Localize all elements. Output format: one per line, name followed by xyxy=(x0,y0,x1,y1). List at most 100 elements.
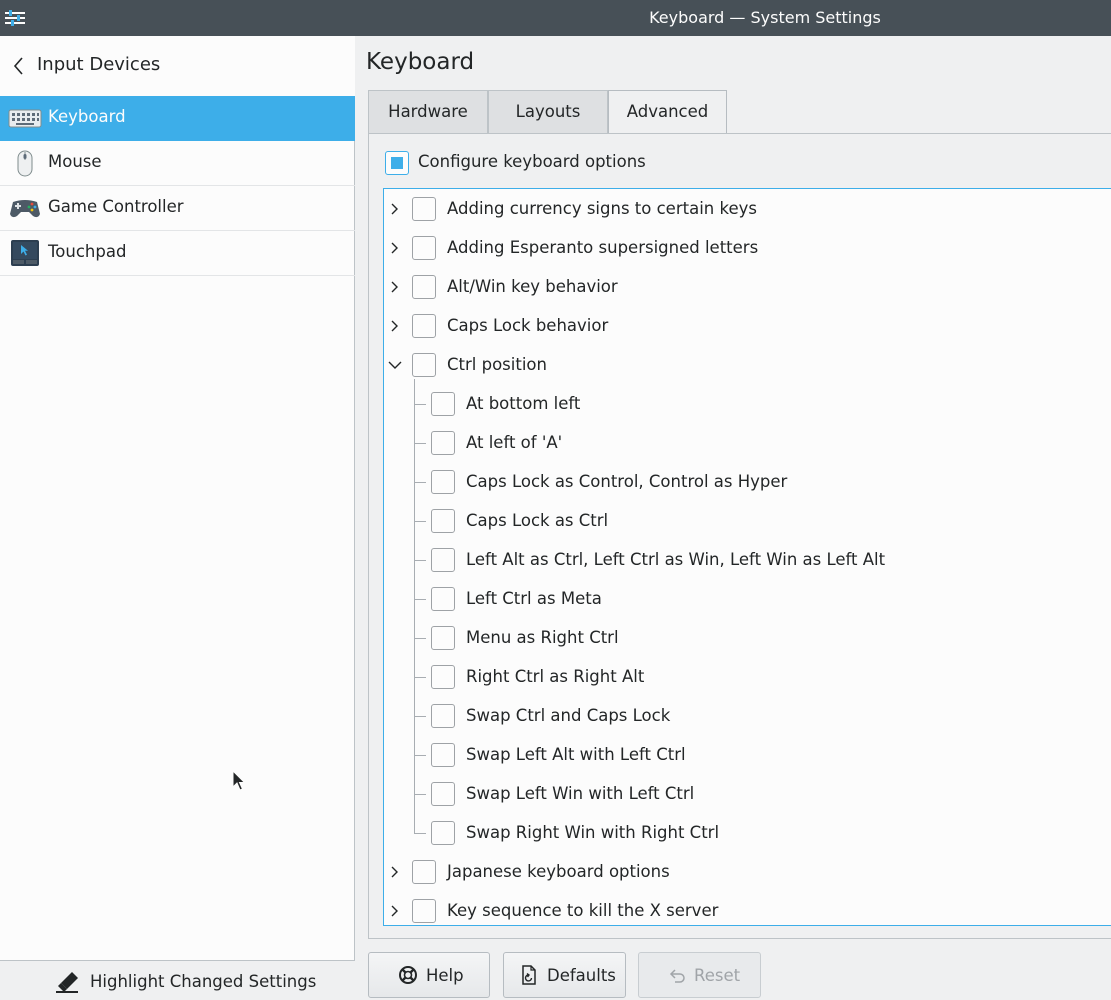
option-label: Caps Lock as Control, Control as Hyper xyxy=(466,472,788,491)
window-titlebar: Keyboard — System Settings xyxy=(0,0,1111,36)
tree-row[interactable]: Key sequence to kill the X server xyxy=(384,892,1111,925)
tree-row[interactable]: Adding Esperanto supersigned letters xyxy=(384,229,1111,268)
tree-child-row[interactable]: At left of 'A' xyxy=(384,424,1111,463)
tree-child-row[interactable]: Swap Left Alt with Left Ctrl xyxy=(384,736,1111,775)
option-checkbox[interactable] xyxy=(412,314,436,338)
option-label: Caps Lock behavior xyxy=(447,316,609,335)
sidebar-back-button[interactable]: Input Devices xyxy=(0,36,355,97)
mouse-icon xyxy=(17,150,33,177)
option-checkbox[interactable] xyxy=(431,509,455,533)
tree-child-row[interactable]: Caps Lock as Ctrl xyxy=(384,502,1111,541)
defaults-button-label: Defaults xyxy=(547,966,616,985)
chevron-left-icon xyxy=(13,57,23,75)
sidebar-item-label: Keyboard xyxy=(48,107,126,126)
chevron-right-icon[interactable] xyxy=(388,241,402,255)
option-checkbox[interactable] xyxy=(431,665,455,689)
touchpad-icon xyxy=(11,240,39,266)
game-controller-icon xyxy=(10,200,40,218)
option-label: Adding currency signs to certain keys xyxy=(447,199,757,218)
help-button-label: Help xyxy=(426,966,464,985)
sidebar-item-label: Game Controller xyxy=(48,197,184,216)
sidebar-item-mouse[interactable]: Mouse xyxy=(0,141,355,186)
document-revert-icon xyxy=(522,965,536,985)
option-checkbox[interactable] xyxy=(412,275,436,299)
tree-row[interactable]: Caps Lock behavior xyxy=(384,307,1111,346)
tree-row[interactable]: Alt/Win key behavior xyxy=(384,268,1111,307)
sidebar-item-game-controller[interactable]: Game Controller xyxy=(0,186,355,231)
advanced-tab-panel: Configure keyboard options Adding curren… xyxy=(368,133,1111,939)
sidebar-list: Keyboard Mouse Game Controller Touchpad xyxy=(0,96,355,276)
option-checkbox[interactable] xyxy=(412,353,436,377)
option-label: Swap Left Win with Left Ctrl xyxy=(466,784,695,803)
keyboard-options-tree[interactable]: Adding currency signs to certain keys Ad… xyxy=(383,188,1111,926)
tree-child-row[interactable]: At bottom left xyxy=(384,385,1111,424)
sidebar-item-label: Mouse xyxy=(48,152,102,171)
chevron-right-icon[interactable] xyxy=(388,280,402,294)
mouse-pointer-icon xyxy=(232,770,246,791)
option-label: Key sequence to kill the X server xyxy=(447,901,719,920)
option-checkbox[interactable] xyxy=(412,899,436,923)
reset-button-label: Reset xyxy=(694,966,741,985)
highlight-changed-settings-label: Highlight Changed Settings xyxy=(90,972,317,991)
option-label: Menu as Right Ctrl xyxy=(466,628,619,647)
option-label: Alt/Win key behavior xyxy=(447,277,618,296)
tree-row[interactable]: Adding currency signs to certain keys xyxy=(384,190,1111,229)
page-title: Keyboard xyxy=(366,49,475,75)
option-label: Left Ctrl as Meta xyxy=(466,589,602,608)
option-checkbox[interactable] xyxy=(431,548,455,572)
main-panel: Keyboard Hardware Layouts Advanced Confi… xyxy=(356,36,1111,1000)
tab-layouts[interactable]: Layouts xyxy=(488,90,608,134)
option-label: Swap Ctrl and Caps Lock xyxy=(466,706,671,725)
option-label: Caps Lock as Ctrl xyxy=(466,511,609,530)
tree-row-expanded[interactable]: Ctrl position xyxy=(384,346,1111,385)
tree-child-row[interactable]: Right Ctrl as Right Alt xyxy=(384,658,1111,697)
highlighter-icon xyxy=(56,972,78,993)
option-label: At left of 'A' xyxy=(466,433,563,452)
option-checkbox[interactable] xyxy=(412,236,436,260)
tree-child-row[interactable]: Swap Ctrl and Caps Lock xyxy=(384,697,1111,736)
tree-child-row[interactable]: Caps Lock as Control, Control as Hyper xyxy=(384,463,1111,502)
option-label: Swap Right Win with Right Ctrl xyxy=(466,823,720,842)
tab-hardware[interactable]: Hardware xyxy=(368,90,488,134)
keyboard-icon xyxy=(8,109,42,128)
sidebar-item-touchpad[interactable]: Touchpad xyxy=(0,231,355,276)
option-checkbox[interactable] xyxy=(412,197,436,221)
window-title: Keyboard — System Settings xyxy=(649,8,881,27)
option-checkbox[interactable] xyxy=(412,860,436,884)
tab-advanced[interactable]: Advanced xyxy=(608,90,727,135)
tree-child-row[interactable]: Left Alt as Ctrl, Left Ctrl as Win, Left… xyxy=(384,541,1111,580)
chevron-down-icon[interactable] xyxy=(388,358,402,372)
option-checkbox[interactable] xyxy=(431,431,455,455)
chevron-right-icon[interactable] xyxy=(388,904,402,918)
tree-child-row[interactable]: Swap Left Win with Left Ctrl xyxy=(384,775,1111,814)
option-checkbox[interactable] xyxy=(431,470,455,494)
tree-child-row[interactable]: Left Ctrl as Meta xyxy=(384,580,1111,619)
option-label: Ctrl position xyxy=(447,355,547,374)
sidebar: Input Devices Keyboard Mouse Game Contro… xyxy=(0,36,355,1000)
option-label: Adding Esperanto supersigned letters xyxy=(447,238,759,257)
option-checkbox[interactable] xyxy=(431,704,455,728)
reset-button[interactable]: Reset xyxy=(638,952,761,998)
tree-child-row[interactable]: Swap Right Win with Right Ctrl xyxy=(384,814,1111,853)
option-checkbox[interactable] xyxy=(431,626,455,650)
tree-child-row[interactable]: Menu as Right Ctrl xyxy=(384,619,1111,658)
chevron-right-icon[interactable] xyxy=(388,202,402,216)
help-lifebuoy-icon xyxy=(399,966,417,984)
option-checkbox[interactable] xyxy=(431,392,455,416)
system-settings-icon[interactable] xyxy=(5,8,25,28)
option-checkbox[interactable] xyxy=(431,587,455,611)
option-checkbox[interactable] xyxy=(431,821,455,845)
option-checkbox[interactable] xyxy=(431,782,455,806)
configure-keyboard-options-checkbox[interactable] xyxy=(385,151,409,175)
option-label: At bottom left xyxy=(466,394,581,413)
sidebar-item-keyboard[interactable]: Keyboard xyxy=(0,96,355,141)
configure-keyboard-options-label: Configure keyboard options xyxy=(418,152,646,171)
option-label: Swap Left Alt with Left Ctrl xyxy=(466,745,686,764)
chevron-right-icon[interactable] xyxy=(388,865,402,879)
defaults-button[interactable]: Defaults xyxy=(503,952,626,998)
highlight-changed-settings-button[interactable]: Highlight Changed Settings xyxy=(0,960,355,1000)
tree-row[interactable]: Japanese keyboard options xyxy=(384,853,1111,892)
chevron-right-icon[interactable] xyxy=(388,319,402,333)
help-button[interactable]: Help xyxy=(368,952,490,998)
option-checkbox[interactable] xyxy=(431,743,455,767)
